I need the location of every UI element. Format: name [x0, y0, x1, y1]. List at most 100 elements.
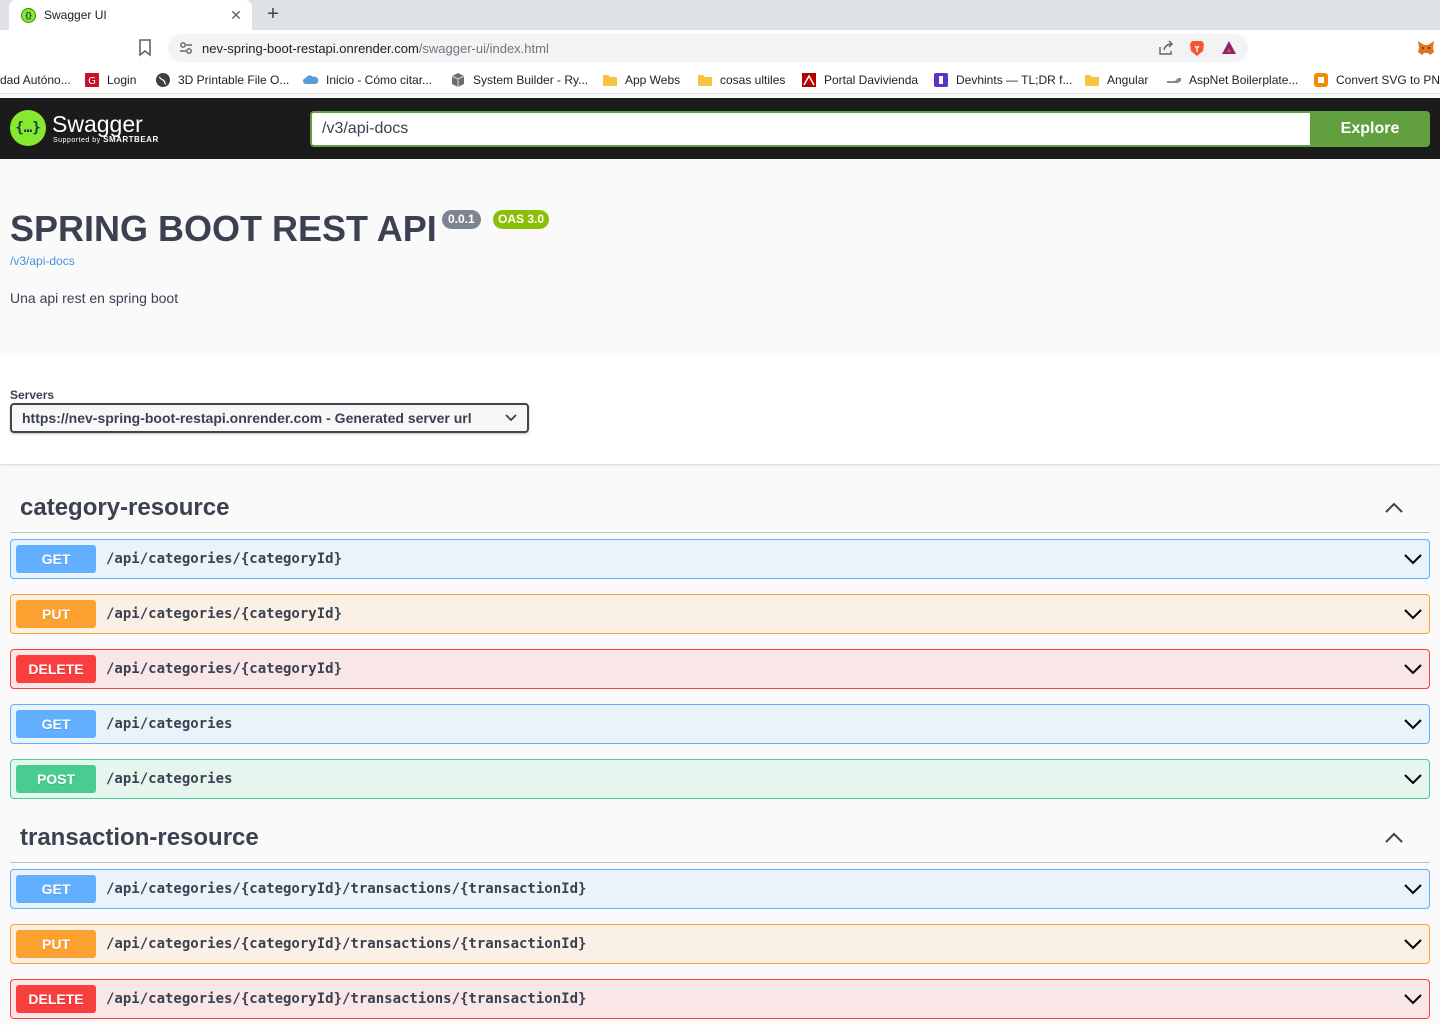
operation-get-categories[interactable]: GET /api/categories: [10, 704, 1430, 744]
close-tab-icon[interactable]: ✕: [228, 7, 244, 24]
operation-delete-transaction[interactable]: DELETE /api/categories/{categoryId}/tran…: [10, 979, 1430, 1019]
bookmark-item[interactable]: Devhints — TL;DR f...: [933, 72, 1072, 88]
tag-header-category-resource[interactable]: category-resource: [10, 483, 1430, 533]
chevron-down-icon[interactable]: [1404, 608, 1422, 620]
bookmark-label: cosas ultiles: [720, 73, 786, 87]
spec-link[interactable]: /v3/api-docs: [10, 254, 75, 268]
api-title: SPRING BOOT REST API: [10, 208, 437, 249]
browser-tab-strip: {} Swagger UI ✕ +: [0, 0, 1440, 30]
spec-url-input[interactable]: [310, 111, 1310, 147]
bookmark-label: 3D Printable File O...: [178, 73, 290, 87]
swagger-logo[interactable]: {…} Swagger Supported by SMARTBEAR: [10, 108, 159, 148]
operation-path: /api/categories/{categoryId}/transaction…: [106, 991, 587, 1007]
browser-tab-swagger[interactable]: {} Swagger UI ✕: [9, 0, 252, 30]
operation-put-transaction[interactable]: PUT /api/categories/{categoryId}/transac…: [10, 924, 1430, 964]
method-badge: GET: [16, 710, 96, 738]
operation-path: /api/categories: [106, 771, 233, 787]
chevron-down-icon[interactable]: [1404, 993, 1422, 1005]
logo-name: Swagger: [52, 110, 143, 137]
chevron-down-icon[interactable]: [1404, 773, 1422, 785]
convert-svg-icon: [1314, 73, 1328, 87]
browser-toolbar: nev-spring-boot-restapi.onrender.com/swa…: [0, 30, 1440, 66]
bookmark-item[interactable]: Portal Davivienda: [801, 72, 918, 88]
chevron-down-icon[interactable]: [1404, 938, 1422, 950]
bookmark-label: Login: [107, 73, 137, 87]
folder-icon: [1085, 75, 1099, 86]
bookmark-folder[interactable]: App Webs: [602, 72, 680, 88]
logo-sub-brand: SMARTBEAR: [103, 134, 159, 144]
operation-path: /api/categories/{categoryId}/transaction…: [106, 936, 587, 952]
url-host: nev-spring-boot-restapi.onrender.com: [202, 40, 419, 56]
chevron-down-icon[interactable]: [1404, 883, 1422, 895]
folder-icon: [698, 75, 712, 86]
logo-sub-prefix: Supported by: [53, 136, 101, 144]
operation-get-transaction[interactable]: GET /api/categories/{categoryId}/transac…: [10, 869, 1430, 909]
chevron-down-icon[interactable]: [1404, 553, 1422, 565]
bookmark-folder[interactable]: Angular: [1084, 72, 1148, 88]
operation-get-category-by-id[interactable]: GET /api/categories/{categoryId}: [10, 539, 1430, 579]
servers-selected-value: https://nev-spring-boot-restapi.onrender…: [22, 410, 472, 426]
bookmark-item[interactable]: Convert SVG to PN...: [1313, 72, 1440, 88]
bookmark-label: AspNet Boilerplate...: [1189, 73, 1299, 87]
bookmark-label: Inicio - Cómo citar...: [326, 73, 433, 87]
bookmark-label: System Builder - Ry...: [473, 73, 589, 87]
davivienda-icon: [802, 73, 816, 87]
bookmark-folder[interactable]: cosas ultiles: [697, 72, 785, 88]
method-badge: DELETE: [16, 985, 96, 1013]
method-badge: GET: [16, 875, 96, 903]
swagger-favicon-icon: {}: [21, 7, 36, 23]
share-icon[interactable]: [1158, 40, 1174, 56]
version-badge: 0.0.1: [442, 210, 481, 229]
bookmarks-bar: dad Autóno... G Login 3D Printable File O…: [0, 66, 1440, 94]
svg-text:G: G: [88, 76, 96, 87]
method-badge: DELETE: [16, 655, 96, 683]
servers-select[interactable]: https://nev-spring-boot-restapi.onrender…: [10, 403, 529, 433]
brave-shields-icon[interactable]: [1188, 39, 1206, 57]
chevron-up-icon[interactable]: [1384, 502, 1404, 514]
logo-supported-by: Supported by SMARTBEAR: [53, 135, 159, 144]
chevron-down-icon[interactable]: [1404, 718, 1422, 730]
url-text: nev-spring-boot-restapi.onrender.com/swa…: [202, 41, 1158, 56]
operation-path: /api/categories/{categoryId}: [106, 551, 343, 567]
chevron-down-icon[interactable]: [1404, 663, 1422, 675]
login-bookmark-icon: G: [85, 73, 99, 87]
operation-put-category[interactable]: PUT /api/categories/{categoryId}: [10, 594, 1430, 634]
bookmark-item[interactable]: System Builder - Ry...: [450, 72, 588, 88]
bookmark-icon[interactable]: [138, 39, 152, 57]
aspnet-boilerplate-icon: [1167, 78, 1181, 83]
new-tab-plus-icon[interactable]: +: [262, 4, 284, 26]
brave-rewards-icon[interactable]: [1220, 39, 1238, 57]
servers-label: Servers: [10, 388, 55, 402]
tab-title: Swagger UI: [44, 8, 107, 22]
tag-name: transaction-resource: [20, 823, 259, 851]
method-badge: PUT: [16, 930, 96, 958]
bookmark-item[interactable]: Inicio - Cómo citar...: [303, 72, 432, 88]
bookmark-item[interactable]: AspNet Boilerplate...: [1166, 72, 1298, 88]
explore-form: Explore: [310, 111, 1430, 147]
site-info-icon[interactable]: [178, 40, 194, 56]
bookmark-label: Convert SVG to PN...: [1336, 73, 1440, 87]
bookmark-item[interactable]: dad Autóno...: [0, 72, 71, 88]
bookmark-item[interactable]: G Login: [84, 72, 136, 88]
chevron-down-icon: [505, 414, 517, 422]
method-badge: POST: [16, 765, 96, 793]
bookmark-label: dad Autóno...: [0, 73, 71, 87]
operation-path: /api/categories/{categoryId}: [106, 606, 343, 622]
operation-post-category[interactable]: POST /api/categories: [10, 759, 1430, 799]
address-bar[interactable]: nev-spring-boot-restapi.onrender.com/swa…: [168, 34, 1248, 62]
swagger-logo-icon: {…}: [10, 110, 46, 146]
chevron-up-icon[interactable]: [1384, 832, 1404, 844]
scheme-container: Servers https://nev-spring-boot-restapi.…: [0, 355, 1440, 464]
cube-icon: [451, 73, 465, 87]
globe-icon: [156, 73, 170, 87]
cloud-icon: [303, 75, 319, 84]
metamask-extension-icon[interactable]: [1417, 39, 1435, 57]
explore-button[interactable]: Explore: [1310, 111, 1430, 147]
oas-badge: OAS 3.0: [493, 210, 550, 229]
folder-icon: [603, 75, 617, 86]
operation-path: /api/categories/{categoryId}: [106, 661, 343, 677]
operation-delete-category[interactable]: DELETE /api/categories/{categoryId}: [10, 649, 1430, 689]
tag-header-transaction-resource[interactable]: transaction-resource: [10, 813, 1430, 863]
bookmark-item[interactable]: 3D Printable File O...: [155, 72, 289, 88]
bookmark-label: Portal Davivienda: [824, 73, 919, 87]
